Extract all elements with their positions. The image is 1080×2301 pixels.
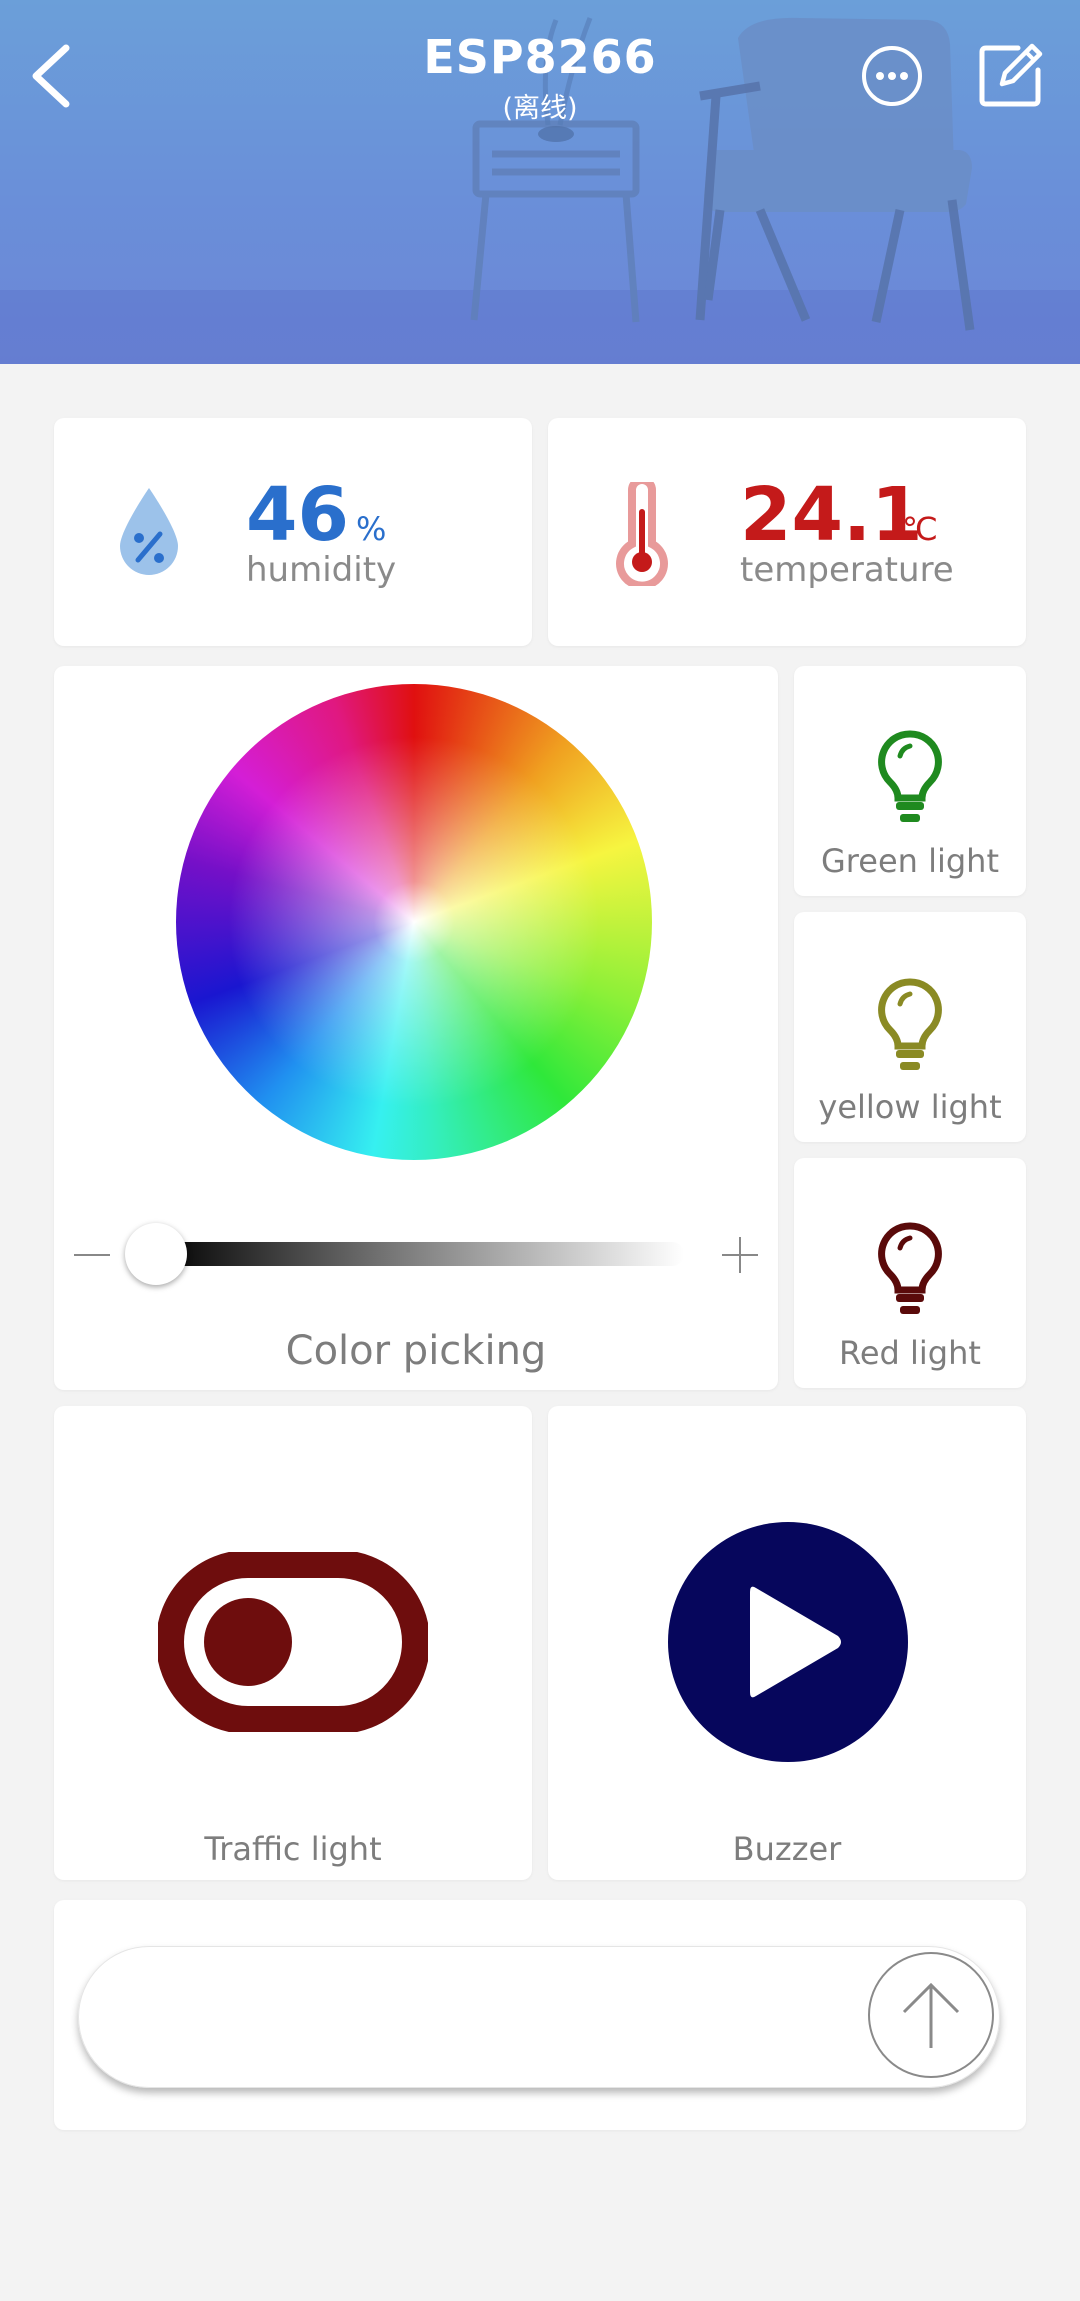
temperature-label: temperature (740, 550, 954, 590)
edit-icon[interactable] (978, 42, 1044, 108)
arrow-up-icon (902, 1982, 960, 2048)
traffic-light-label: Traffic light (204, 1830, 382, 1868)
yellow-light-card[interactable]: yellow light (794, 912, 1026, 1142)
humidity-unit: % (356, 510, 387, 548)
temperature-card: 24.1 ℃ temperature (548, 418, 1026, 646)
message-input[interactable] (78, 1946, 1000, 2088)
more-dots-icon[interactable] (860, 44, 924, 108)
toggle-switch-icon[interactable] (158, 1552, 428, 1732)
back-arrow-icon[interactable] (22, 40, 82, 110)
header: ESP8266 (离线) (0, 0, 1080, 364)
bulb-icon (878, 730, 942, 822)
send-button[interactable] (868, 1952, 994, 2078)
temperature-value: 24.1 (740, 472, 923, 558)
play-icon[interactable] (668, 1522, 908, 1762)
temperature-unit: ℃ (902, 510, 938, 548)
brightness-slider-thumb[interactable] (125, 1223, 187, 1285)
color-picker-label: Color picking (285, 1328, 547, 1374)
plus-icon[interactable] (722, 1237, 758, 1273)
bulb-icon (878, 978, 942, 1070)
red-light-label: Red light (839, 1334, 981, 1372)
thermometer-icon (616, 482, 668, 586)
traffic-light-card: Traffic light (54, 1406, 532, 1880)
water-drop-percent-icon (120, 488, 178, 575)
humidity-value: 46 (246, 472, 349, 558)
buzzer-label: Buzzer (732, 1830, 842, 1868)
humidity-label: humidity (246, 550, 397, 590)
green-light-card[interactable]: Green light (794, 666, 1026, 896)
device-status: (离线) (502, 93, 578, 124)
green-light-label: Green light (821, 842, 999, 880)
red-light-card[interactable]: Red light (794, 1158, 1026, 1388)
humidity-card: 46 % humidity (54, 418, 532, 646)
page-title: ESP8266 (423, 30, 657, 84)
minus-icon[interactable] (74, 1254, 110, 1256)
color-wheel[interactable] (176, 684, 652, 1160)
bulb-icon (878, 1222, 942, 1314)
brightness-slider-track[interactable] (154, 1242, 684, 1266)
buzzer-card: Buzzer (548, 1406, 1026, 1880)
yellow-light-label: yellow light (818, 1088, 1002, 1126)
